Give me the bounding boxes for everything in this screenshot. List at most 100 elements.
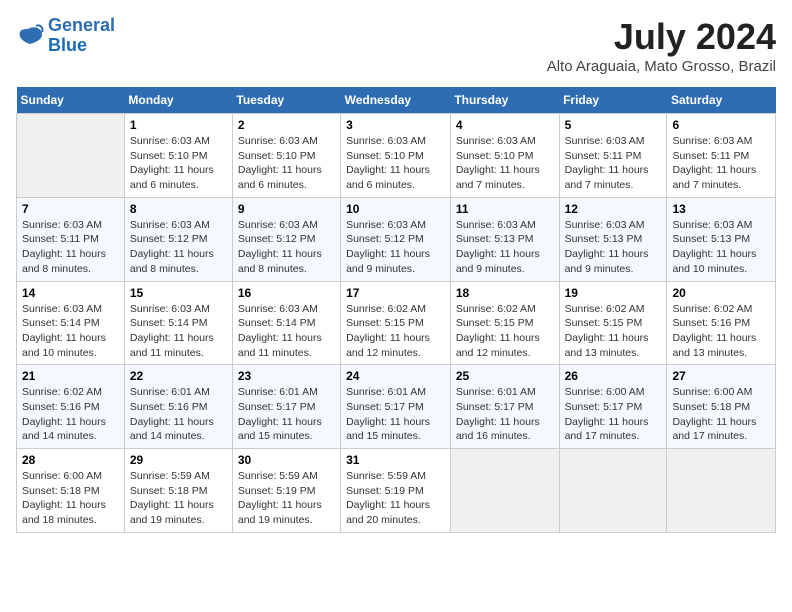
day-info: Sunrise: 5:59 AM Sunset: 5:18 PM Dayligh… bbox=[130, 469, 227, 528]
day-number: 31 bbox=[346, 453, 445, 467]
weekday-header: Monday bbox=[124, 87, 232, 114]
calendar-cell: 20Sunrise: 6:02 AM Sunset: 5:16 PM Dayli… bbox=[667, 281, 776, 365]
logo-icon bbox=[16, 24, 44, 48]
day-number: 18 bbox=[456, 286, 554, 300]
calendar-week-row: 14 Sunrise: 6:03 AM Sunset: 5:14 PM Dayli… bbox=[17, 281, 776, 365]
day-number: 22 bbox=[130, 369, 227, 383]
calendar-week-row: 28Sunrise: 6:00 AM Sunset: 5:18 PM Dayli… bbox=[17, 449, 776, 533]
day-number: 21 bbox=[22, 369, 119, 383]
day-info: Sunrise: 6:03 AM Sunset: 5:14 PM Dayligh… bbox=[22, 302, 119, 361]
calendar-cell: 17 Sunrise: 6:02 AM Sunset: 5:15 PM Dayli… bbox=[341, 281, 451, 365]
day-info: Sunrise: 6:03 AM Sunset: 5:10 PM Dayligh… bbox=[238, 134, 335, 193]
day-number: 26 bbox=[565, 369, 662, 383]
calendar-cell: 15 Sunrise: 6:03 AM Sunset: 5:14 PM Dayli… bbox=[124, 281, 232, 365]
day-info: Sunrise: 6:03 AM Sunset: 5:12 PM Dayligh… bbox=[130, 218, 227, 277]
calendar-cell bbox=[17, 114, 125, 198]
day-info: Sunrise: 6:02 AM Sunset: 5:16 PM Dayligh… bbox=[672, 302, 770, 361]
day-info: Sunrise: 6:03 AM Sunset: 5:11 PM Dayligh… bbox=[672, 134, 770, 193]
day-info: Sunrise: 6:00 AM Sunset: 5:17 PM Dayligh… bbox=[565, 385, 662, 444]
day-number: 24 bbox=[346, 369, 445, 383]
day-number: 9 bbox=[238, 202, 335, 216]
calendar-cell: 30 Sunrise: 5:59 AM Sunset: 5:19 PM Dayli… bbox=[232, 449, 340, 533]
day-number: 10 bbox=[346, 202, 445, 216]
day-number: 29 bbox=[130, 453, 227, 467]
day-info: Sunrise: 5:59 AM Sunset: 5:19 PM Dayligh… bbox=[238, 469, 335, 528]
calendar-cell: 5 Sunrise: 6:03 AM Sunset: 5:11 PM Daylig… bbox=[559, 114, 667, 198]
calendar-cell: 21 Sunrise: 6:02 AM Sunset: 5:16 PM Dayli… bbox=[17, 365, 125, 449]
day-info: Sunrise: 6:03 AM Sunset: 5:13 PM Dayligh… bbox=[672, 218, 770, 277]
calendar-week-row: 1Sunrise: 6:03 AM Sunset: 5:10 PM Daylig… bbox=[17, 114, 776, 198]
day-info: Sunrise: 6:00 AM Sunset: 5:18 PM Dayligh… bbox=[672, 385, 770, 444]
logo: General Blue bbox=[16, 16, 115, 56]
calendar-subtitle: Alto Araguaia, Mato Grosso, Brazil bbox=[547, 58, 776, 75]
calendar-cell: 14 Sunrise: 6:03 AM Sunset: 5:14 PM Dayli… bbox=[17, 281, 125, 365]
day-info: Sunrise: 6:03 AM Sunset: 5:13 PM Dayligh… bbox=[456, 218, 554, 277]
calendar-title: July 2024 bbox=[547, 16, 776, 58]
day-info: Sunrise: 6:03 AM Sunset: 5:11 PM Dayligh… bbox=[565, 134, 662, 193]
day-info: Sunrise: 6:02 AM Sunset: 5:15 PM Dayligh… bbox=[565, 302, 662, 361]
calendar-cell: 31 Sunrise: 5:59 AM Sunset: 5:19 PM Dayli… bbox=[341, 449, 451, 533]
title-block: July 2024 Alto Araguaia, Mato Grosso, Br… bbox=[547, 16, 776, 75]
day-info: Sunrise: 6:01 AM Sunset: 5:16 PM Dayligh… bbox=[130, 385, 227, 444]
day-number: 23 bbox=[238, 369, 335, 383]
day-info: Sunrise: 6:02 AM Sunset: 5:15 PM Dayligh… bbox=[456, 302, 554, 361]
calendar-cell: 24 Sunrise: 6:01 AM Sunset: 5:17 PM Dayli… bbox=[341, 365, 451, 449]
page-header: General Blue July 2024 Alto Araguaia, Ma… bbox=[16, 16, 776, 75]
day-number: 2 bbox=[238, 118, 335, 132]
day-number: 14 bbox=[22, 286, 119, 300]
weekday-header: Wednesday bbox=[341, 87, 451, 114]
day-number: 4 bbox=[456, 118, 554, 132]
calendar-cell bbox=[559, 449, 667, 533]
calendar-cell: 10 Sunrise: 6:03 AM Sunset: 5:12 PM Dayli… bbox=[341, 197, 451, 281]
calendar-cell: 13 Sunrise: 6:03 AM Sunset: 5:13 PM Dayli… bbox=[667, 197, 776, 281]
day-number: 30 bbox=[238, 453, 335, 467]
day-number: 27 bbox=[672, 369, 770, 383]
calendar-week-row: 7Sunrise: 6:03 AM Sunset: 5:11 PM Daylig… bbox=[17, 197, 776, 281]
day-info: Sunrise: 6:01 AM Sunset: 5:17 PM Dayligh… bbox=[346, 385, 445, 444]
day-info: Sunrise: 6:03 AM Sunset: 5:14 PM Dayligh… bbox=[130, 302, 227, 361]
calendar-week-row: 21 Sunrise: 6:02 AM Sunset: 5:16 PM Dayli… bbox=[17, 365, 776, 449]
weekday-header: Friday bbox=[559, 87, 667, 114]
day-info: Sunrise: 6:02 AM Sunset: 5:15 PM Dayligh… bbox=[346, 302, 445, 361]
calendar-cell: 16Sunrise: 6:03 AM Sunset: 5:14 PM Dayli… bbox=[232, 281, 340, 365]
calendar-cell: 18 Sunrise: 6:02 AM Sunset: 5:15 PM Dayli… bbox=[450, 281, 559, 365]
calendar-cell: 8Sunrise: 6:03 AM Sunset: 5:12 PM Daylig… bbox=[124, 197, 232, 281]
day-number: 11 bbox=[456, 202, 554, 216]
calendar-cell: 6 Sunrise: 6:03 AM Sunset: 5:11 PM Daylig… bbox=[667, 114, 776, 198]
weekday-header-row: SundayMondayTuesdayWednesdayThursdayFrid… bbox=[17, 87, 776, 114]
day-info: Sunrise: 6:03 AM Sunset: 5:14 PM Dayligh… bbox=[238, 302, 335, 361]
day-number: 25 bbox=[456, 369, 554, 383]
calendar-cell: 19Sunrise: 6:02 AM Sunset: 5:15 PM Dayli… bbox=[559, 281, 667, 365]
day-info: Sunrise: 6:03 AM Sunset: 5:13 PM Dayligh… bbox=[565, 218, 662, 277]
calendar-cell: 22 Sunrise: 6:01 AM Sunset: 5:16 PM Dayli… bbox=[124, 365, 232, 449]
calendar-cell: 23 Sunrise: 6:01 AM Sunset: 5:17 PM Dayli… bbox=[232, 365, 340, 449]
calendar-cell: 27 Sunrise: 6:00 AM Sunset: 5:18 PM Dayli… bbox=[667, 365, 776, 449]
day-number: 15 bbox=[130, 286, 227, 300]
weekday-header: Tuesday bbox=[232, 87, 340, 114]
calendar-cell: 4 Sunrise: 6:03 AM Sunset: 5:10 PM Daylig… bbox=[450, 114, 559, 198]
day-info: Sunrise: 6:03 AM Sunset: 5:10 PM Dayligh… bbox=[130, 134, 227, 193]
day-info: Sunrise: 6:03 AM Sunset: 5:10 PM Dayligh… bbox=[456, 134, 554, 193]
day-info: Sunrise: 6:00 AM Sunset: 5:18 PM Dayligh… bbox=[22, 469, 119, 528]
day-info: Sunrise: 6:03 AM Sunset: 5:12 PM Dayligh… bbox=[346, 218, 445, 277]
calendar-cell: 28Sunrise: 6:00 AM Sunset: 5:18 PM Dayli… bbox=[17, 449, 125, 533]
weekday-header: Sunday bbox=[17, 87, 125, 114]
logo-text: General Blue bbox=[48, 16, 115, 56]
weekday-header: Saturday bbox=[667, 87, 776, 114]
calendar-cell: 11 Sunrise: 6:03 AM Sunset: 5:13 PM Dayli… bbox=[450, 197, 559, 281]
day-info: Sunrise: 6:01 AM Sunset: 5:17 PM Dayligh… bbox=[456, 385, 554, 444]
day-info: Sunrise: 5:59 AM Sunset: 5:19 PM Dayligh… bbox=[346, 469, 445, 528]
day-number: 5 bbox=[565, 118, 662, 132]
weekday-header: Thursday bbox=[450, 87, 559, 114]
day-number: 17 bbox=[346, 286, 445, 300]
day-number: 7 bbox=[22, 202, 119, 216]
calendar-cell: 29 Sunrise: 5:59 AM Sunset: 5:18 PM Dayli… bbox=[124, 449, 232, 533]
calendar-cell: 12Sunrise: 6:03 AM Sunset: 5:13 PM Dayli… bbox=[559, 197, 667, 281]
day-number: 6 bbox=[672, 118, 770, 132]
calendar-cell: 9Sunrise: 6:03 AM Sunset: 5:12 PM Daylig… bbox=[232, 197, 340, 281]
day-number: 13 bbox=[672, 202, 770, 216]
day-info: Sunrise: 6:02 AM Sunset: 5:16 PM Dayligh… bbox=[22, 385, 119, 444]
calendar-cell bbox=[450, 449, 559, 533]
calendar-cell: 3Sunrise: 6:03 AM Sunset: 5:10 PM Daylig… bbox=[341, 114, 451, 198]
day-info: Sunrise: 6:01 AM Sunset: 5:17 PM Dayligh… bbox=[238, 385, 335, 444]
